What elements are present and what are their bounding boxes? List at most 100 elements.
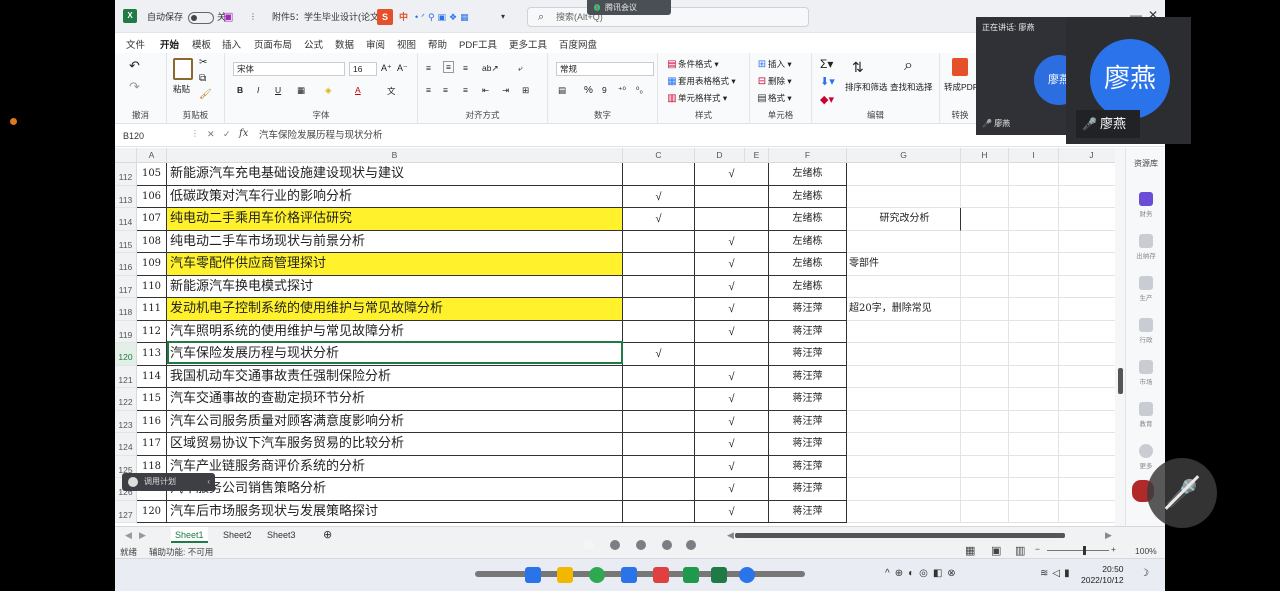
row-header[interactable]: 121 xyxy=(115,365,137,388)
cell-check-d[interactable] xyxy=(695,343,769,366)
wechat-icon[interactable] xyxy=(683,567,699,583)
row-header[interactable]: 113 xyxy=(115,185,137,208)
row-header[interactable]: 123 xyxy=(115,410,137,433)
cell-empty[interactable] xyxy=(961,343,1009,366)
font-color-icon[interactable]: A xyxy=(355,85,361,95)
undo-icon[interactable]: ↶ xyxy=(129,58,140,74)
bold-icon[interactable]: B xyxy=(237,85,243,95)
wrap-text-icon[interactable]: ⤶ xyxy=(518,63,523,74)
sheet-tab-3[interactable]: Sheet3 xyxy=(267,527,296,543)
cell-advisor[interactable]: 左绪栋 xyxy=(769,163,847,186)
find-icon[interactable]: ⌕ xyxy=(904,57,913,75)
formula-input[interactable]: 汽车保险发展历程与现状分析 xyxy=(259,128,383,144)
cell-advisor[interactable]: 蒋汪萍 xyxy=(769,433,847,456)
cell-note[interactable] xyxy=(847,388,961,411)
cell-check-d[interactable]: √ xyxy=(695,433,769,456)
cell-note[interactable] xyxy=(847,275,961,298)
menu-page-layout[interactable]: 页面布局 xyxy=(254,37,292,51)
cell-advisor[interactable]: 蒋汪萍 xyxy=(769,455,847,478)
zoom-level[interactable]: 100% xyxy=(1135,546,1157,556)
autosave-toggle[interactable]: 关 xyxy=(185,9,226,25)
cell-note[interactable] xyxy=(847,343,961,366)
cell-title[interactable]: 汽车服务公司销售策略分析 xyxy=(167,478,623,501)
zoom-out-icon[interactable]: − xyxy=(1035,544,1040,554)
cell-check-d[interactable]: √ xyxy=(695,455,769,478)
cell-empty[interactable] xyxy=(1009,185,1059,208)
cell-title[interactable]: 汽车产业链服务商评价系统的分析 xyxy=(167,455,623,478)
cell-check-c[interactable] xyxy=(623,388,695,411)
cell-number[interactable]: 105 xyxy=(137,163,167,186)
paste-button[interactable]: 粘贴 xyxy=(173,83,190,95)
cell-empty[interactable] xyxy=(961,478,1009,501)
cell-check-c[interactable]: √ xyxy=(623,208,695,231)
qat-more-icon[interactable]: ⋮ xyxy=(249,9,257,25)
cell-number[interactable]: 110 xyxy=(137,275,167,298)
cell-empty[interactable] xyxy=(961,230,1009,253)
zoom-slider[interactable] xyxy=(1047,550,1109,551)
namebox-dropdown-icon[interactable]: ⋮ xyxy=(191,129,199,138)
cell-empty[interactable] xyxy=(1009,365,1059,388)
indent-increase-icon[interactable]: ⇥ xyxy=(502,85,509,96)
fill-icon[interactable]: ⬇▾ xyxy=(820,75,835,88)
pane-item-admin[interactable]: 行政 xyxy=(1126,318,1165,344)
cell-title[interactable]: 纯电动二手车市场现状与前景分析 xyxy=(167,230,623,253)
menu-more-tools[interactable]: 更多工具 xyxy=(509,37,547,51)
cell-advisor[interactable]: 蒋汪萍 xyxy=(769,320,847,343)
cell-check-c[interactable] xyxy=(623,298,695,321)
column-header[interactable]: H xyxy=(961,148,1009,163)
browser-icon[interactable] xyxy=(739,567,755,583)
cell-check-c[interactable] xyxy=(623,163,695,186)
normal-view-icon[interactable]: ▦ xyxy=(965,544,975,557)
cell-check-d[interactable]: √ xyxy=(695,253,769,276)
ime-mode-icon[interactable]: 中 xyxy=(399,9,408,25)
cell-note[interactable] xyxy=(847,455,961,478)
cell-check-c[interactable] xyxy=(623,365,695,388)
sort-filter-icon[interactable]: ⇅ xyxy=(852,59,864,76)
cell-check-d[interactable]: √ xyxy=(695,365,769,388)
sheet-next-icon[interactable]: ▶ xyxy=(139,527,146,543)
align-center-icon[interactable]: ≡ xyxy=(443,85,448,95)
align-left-icon[interactable]: ≡ xyxy=(426,85,431,95)
pdf-icon[interactable] xyxy=(952,58,968,76)
cell-empty[interactable] xyxy=(961,298,1009,321)
cell-empty[interactable] xyxy=(961,208,1009,231)
cell-check-d[interactable]: √ xyxy=(695,320,769,343)
comma-icon[interactable]: 9 xyxy=(602,85,607,95)
decimal-decrease-icon[interactable]: ⁰₀ xyxy=(636,85,643,96)
menu-data[interactable]: 数据 xyxy=(335,37,354,51)
select-all-corner[interactable] xyxy=(115,148,137,163)
page-break-view-icon[interactable]: ▥ xyxy=(1015,544,1025,557)
pane-item-market[interactable]: 市场 xyxy=(1126,360,1165,386)
cell-note[interactable] xyxy=(847,365,961,388)
cell-advisor[interactable]: 蒋汪萍 xyxy=(769,478,847,501)
notification-icon[interactable]: ☽ xyxy=(1140,568,1149,579)
number-format-select[interactable]: 常规 xyxy=(556,62,654,76)
qat-dropdown-icon[interactable]: ▾ xyxy=(501,9,505,25)
column-header[interactable]: D xyxy=(695,148,745,163)
cell-empty[interactable] xyxy=(961,253,1009,276)
column-header[interactable]: G xyxy=(847,148,961,163)
cell-advisor[interactable]: 蒋汪萍 xyxy=(769,410,847,433)
orientation-icon[interactable]: ab↗ xyxy=(482,63,499,74)
wen-icon[interactable]: 文 xyxy=(387,85,396,97)
enter-icon[interactable]: ✓ xyxy=(223,129,231,140)
row-header[interactable]: 118 xyxy=(115,298,137,321)
row-header[interactable]: 117 xyxy=(115,275,137,298)
hscroll-right-icon[interactable]: ▶ xyxy=(1105,527,1112,543)
row-header[interactable]: 122 xyxy=(115,388,137,411)
mic-muted-icon[interactable]: 🎤 xyxy=(1147,458,1217,528)
page-dot[interactable] xyxy=(636,540,646,550)
pane-item-production[interactable]: 生产 xyxy=(1126,276,1165,302)
cell-empty[interactable] xyxy=(961,365,1009,388)
menu-formula[interactable]: 公式 xyxy=(304,37,323,51)
row-header[interactable]: 120 xyxy=(115,343,137,366)
cell-note[interactable] xyxy=(847,185,961,208)
video-tile-small[interactable]: 正在讲话: 廖燕 廖燕 🎤 廖燕 xyxy=(976,17,1084,135)
italic-icon[interactable]: I xyxy=(257,85,259,95)
cell-empty[interactable] xyxy=(1009,455,1059,478)
cell-empty[interactable] xyxy=(1009,320,1059,343)
cell-advisor[interactable]: 左绪栋 xyxy=(769,275,847,298)
underline-icon[interactable]: U xyxy=(275,85,281,95)
fx-icon[interactable]: fx xyxy=(239,128,248,139)
sheet-tab-2[interactable]: Sheet2 xyxy=(223,527,252,543)
